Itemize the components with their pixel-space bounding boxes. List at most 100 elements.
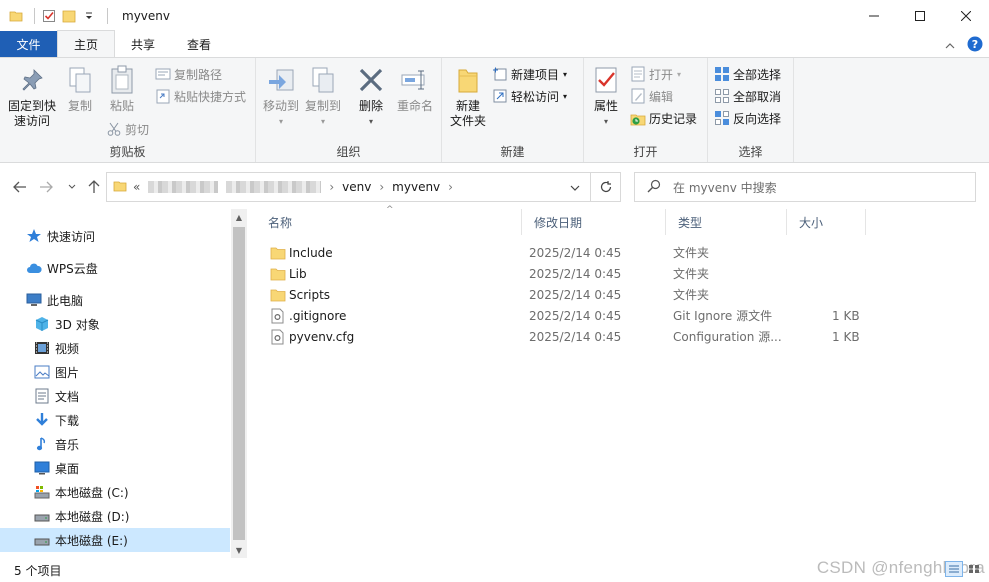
- nav-quick-access[interactable]: 快速访问: [0, 224, 230, 248]
- address-bar[interactable]: « › venv › myvenv ›: [106, 172, 621, 202]
- open-icon: [630, 66, 646, 82]
- new-folder-icon[interactable]: [61, 8, 77, 24]
- delete-button[interactable]: 删除 ▾: [354, 64, 388, 129]
- file-row-include[interactable]: Include 2025/2/14 0:45 文件夹: [256, 242, 876, 263]
- search-box[interactable]: 在 myvenv 中搜索: [634, 172, 976, 202]
- settings-file-icon: [271, 326, 284, 347]
- breadcrumb-separator-icon[interactable]: ›: [379, 180, 384, 194]
- column-header-modified[interactable]: 修改日期: [522, 209, 666, 235]
- nav-3d-objects[interactable]: 3D 对象: [0, 312, 230, 336]
- nav-music[interactable]: 音乐: [0, 432, 230, 456]
- column-header-type[interactable]: 类型: [666, 209, 787, 235]
- nav-wps-cloud[interactable]: WPS云盘: [0, 256, 230, 280]
- customize-dropdown-icon[interactable]: [81, 8, 97, 24]
- folder-icon: [8, 8, 24, 24]
- nav-documents[interactable]: 文档: [0, 384, 230, 408]
- new-item-button[interactable]: 新建项目 ▾: [492, 64, 567, 84]
- pin-to-quick-access-button[interactable]: 固定到快 速访问: [6, 64, 58, 129]
- file-type: 文件夹: [673, 267, 710, 281]
- group-label-new: 新建: [500, 145, 525, 159]
- minimize-button[interactable]: [851, 0, 897, 31]
- file-row-pyvenv-cfg[interactable]: pyvenv.cfg 2025/2/14 0:45 Configuration …: [256, 326, 876, 347]
- move-to-button[interactable]: 移动到 ▾: [260, 64, 302, 129]
- blurred-path-segment: [148, 181, 219, 193]
- ribbon: 固定到快 速访问 复制 粘贴 复制路径 粘贴快捷方式 剪切 剪贴板 移动到 ▾ …: [0, 57, 989, 163]
- quick-access-toolbar: [8, 0, 114, 31]
- copy-path-button[interactable]: 复制路径: [155, 64, 222, 84]
- breadcrumb-venv[interactable]: venv: [342, 180, 371, 194]
- large-icons-view-button[interactable]: [965, 561, 983, 577]
- copy-to-button[interactable]: 复制到 ▾: [302, 64, 344, 129]
- tab-file[interactable]: 文件: [0, 31, 57, 57]
- copy-icon: [64, 64, 96, 96]
- column-header-size[interactable]: 大小: [787, 209, 866, 235]
- nav-this-pc[interactable]: 此电脑: [0, 288, 230, 312]
- breadcrumb-overflow[interactable]: «: [133, 180, 140, 194]
- collapse-ribbon-icon[interactable]: [945, 39, 955, 53]
- help-icon[interactable]: ?: [967, 36, 983, 55]
- nav-drive-c[interactable]: 本地磁盘 (C:): [0, 480, 230, 504]
- paste-shortcut-button[interactable]: 粘贴快捷方式: [155, 86, 246, 106]
- breadcrumb-separator-icon[interactable]: ›: [448, 180, 453, 194]
- nav-videos[interactable]: 视频: [0, 336, 230, 360]
- breadcrumb-myvenv[interactable]: myvenv: [392, 180, 440, 194]
- file-name: .gitignore: [289, 308, 347, 323]
- scrollbar-thumb[interactable]: [233, 227, 245, 540]
- up-button[interactable]: [84, 177, 104, 197]
- column-header-name[interactable]: 名称: [256, 209, 522, 235]
- nav-drive-e[interactable]: 本地磁盘 (E:): [0, 528, 230, 552]
- new-folder-icon: [452, 64, 484, 96]
- nav-pictures[interactable]: 图片: [0, 360, 230, 384]
- nav-drive-d[interactable]: 本地磁盘 (D:): [0, 504, 230, 528]
- properties-button[interactable]: 属性 ▾: [588, 64, 624, 129]
- open-button[interactable]: 打开 ▾: [630, 64, 681, 84]
- group-clipboard: 固定到快 速访问 复制 粘贴 复制路径 粘贴快捷方式 剪切 剪贴板: [0, 58, 256, 162]
- breadcrumb-separator-icon[interactable]: ›: [329, 180, 334, 194]
- navigation-bar: « › venv › myvenv › 在 myvenv 中搜索: [0, 163, 989, 209]
- tab-view[interactable]: 查看: [171, 31, 227, 57]
- nav-pane-scrollbar[interactable]: ▲ ▼: [231, 209, 247, 558]
- scroll-down-icon[interactable]: ▼: [231, 542, 247, 558]
- file-size: 1 KB: [832, 308, 860, 323]
- new-item-icon: [492, 66, 508, 82]
- scroll-up-icon[interactable]: ▲: [231, 209, 247, 225]
- search-icon: [647, 179, 661, 196]
- history-button[interactable]: 历史记录: [630, 108, 697, 128]
- cut-button[interactable]: 剪切: [106, 119, 149, 139]
- close-button[interactable]: [943, 0, 989, 31]
- properties-icon[interactable]: [41, 8, 57, 24]
- new-folder-button[interactable]: 新建 文件夹: [446, 64, 490, 129]
- chevron-down-icon: ▾: [603, 117, 608, 126]
- rename-button[interactable]: 重命名: [394, 64, 436, 114]
- file-row-lib[interactable]: Lib 2025/2/14 0:45 文件夹: [256, 263, 876, 284]
- easy-access-button[interactable]: 轻松访问 ▾: [492, 86, 567, 106]
- edit-button[interactable]: 编辑: [630, 86, 673, 106]
- paste-icon: [106, 64, 138, 96]
- file-size: 1 KB: [832, 329, 860, 344]
- back-arrow-icon: [13, 181, 26, 193]
- star-icon: [26, 228, 42, 244]
- nav-downloads[interactable]: 下载: [0, 408, 230, 432]
- back-button[interactable]: [10, 177, 30, 197]
- select-none-button[interactable]: 全部取消: [714, 86, 781, 106]
- close-icon: [961, 10, 971, 21]
- select-all-button[interactable]: 全部选择: [714, 64, 781, 84]
- paste-button[interactable]: 粘贴: [104, 64, 140, 114]
- nav-desktop[interactable]: 桌面: [0, 456, 230, 480]
- address-dropdown-icon[interactable]: [570, 181, 580, 195]
- tab-share[interactable]: 共享: [115, 31, 171, 57]
- minimize-icon: [869, 15, 879, 16]
- copy-button[interactable]: 复制: [62, 64, 98, 114]
- refresh-button[interactable]: [590, 173, 620, 201]
- details-view-button[interactable]: [945, 561, 963, 577]
- maximize-button[interactable]: [897, 0, 943, 31]
- tab-home[interactable]: 主页: [57, 30, 116, 57]
- invert-selection-icon: [714, 110, 730, 126]
- file-row-gitignore[interactable]: .gitignore 2025/2/14 0:45 Git Ignore 源文件…: [256, 305, 876, 326]
- desktop-icon: [34, 460, 50, 476]
- cloud-icon: [26, 260, 42, 276]
- recent-locations-button[interactable]: [62, 177, 82, 197]
- invert-selection-button[interactable]: 反向选择: [714, 108, 781, 128]
- file-row-scripts[interactable]: Scripts 2025/2/14 0:45 文件夹: [256, 284, 876, 305]
- forward-button[interactable]: [36, 177, 56, 197]
